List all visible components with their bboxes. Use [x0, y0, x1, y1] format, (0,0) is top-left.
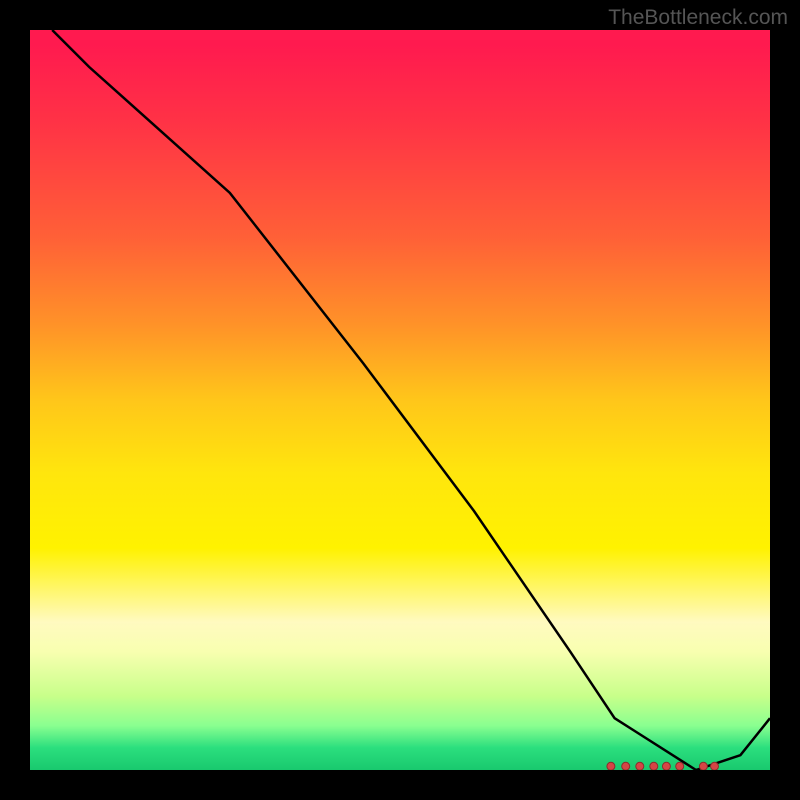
- watermark-text: TheBottleneck.com: [608, 6, 788, 30]
- chart-container: TheBottleneck.com: [0, 0, 800, 800]
- plot-area: [30, 30, 770, 770]
- background-gradient: [30, 30, 770, 770]
